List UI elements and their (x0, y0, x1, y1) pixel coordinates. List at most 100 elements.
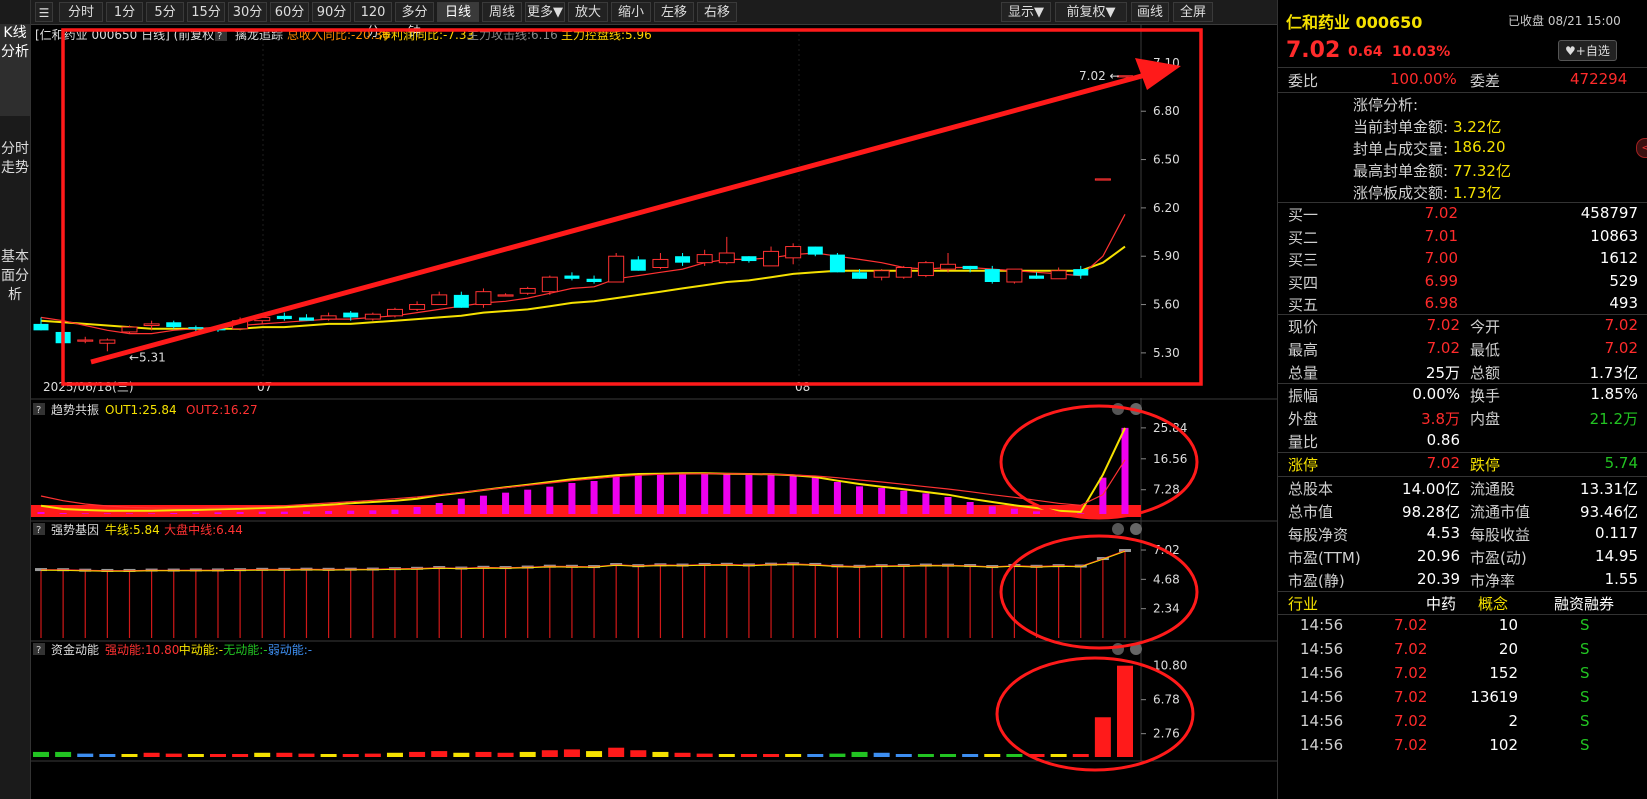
toolbar-btn-15[interactable]: 右移 (697, 2, 737, 22)
stat-value: 20.96 (1417, 547, 1460, 565)
toolbar-btn-8[interactable]: 多分钟 (395, 2, 434, 40)
candle-body (608, 255, 625, 283)
toolbar-btn-0[interactable]: 分时 (59, 2, 103, 22)
trend-bar (612, 476, 620, 514)
chart-area: [仁和药业 000650 日线] (前复权)? 擒龙追踪 总收入同比:-20.36净… (31, 24, 1277, 772)
high-label: 7.02 ← (1079, 69, 1120, 83)
bid-price[interactable]: 6.99 (1398, 272, 1458, 290)
bid-price[interactable]: 7.02 (1398, 204, 1458, 222)
candle-body (940, 263, 957, 270)
toolbar-btn-1[interactable]: 1分 (106, 2, 143, 22)
toolbar: ☰ 分时 1分 5分 15分 30分 60分 90分 120分 多分钟 日线 周线 更多▼ 放大 缩小 左移… (31, 0, 1297, 40)
trend-bar (922, 493, 930, 514)
y-tick-label: 6.50 (1153, 153, 1180, 167)
momentum-bar (254, 752, 271, 757)
candle-body (1094, 178, 1111, 181)
y-tick-label: 6.80 (1153, 104, 1180, 118)
bid-price[interactable]: 7.00 (1398, 249, 1458, 267)
toolbar-btn-13[interactable]: 缩小 (611, 2, 651, 22)
bid-label: 买五 (1288, 296, 1319, 314)
toolbar-btn-11[interactable]: 更多▼ (525, 2, 565, 22)
stat-label: 每股收益 (1470, 526, 1531, 544)
momentum-bar (718, 754, 735, 757)
momentum-bar (475, 751, 492, 757)
panel-value: 大盘中线:6.44 (164, 522, 243, 537)
candle-body (431, 294, 448, 306)
current-price: 7.02 (1286, 38, 1341, 63)
tab-kline[interactable]: K线分析 (0, 24, 30, 116)
toolbar-btn-7[interactable]: 120分 (354, 2, 392, 40)
collapse-icon[interactable]: ☰ (35, 2, 53, 22)
toolbar-btn-5[interactable]: 60分 (270, 2, 309, 22)
trend-bar (435, 503, 443, 514)
stat-label: 总额 (1470, 364, 1501, 382)
toolbar-btn-10[interactable]: 周线 (482, 2, 522, 22)
candle-body (917, 262, 934, 277)
y-tick-label: 6.20 (1153, 201, 1180, 215)
stat-label: 涨停 (1288, 456, 1319, 474)
y-tick-label: 2.76 (1153, 727, 1180, 741)
momentum-bar (962, 754, 979, 757)
trade-time: 14:56 (1300, 640, 1344, 658)
trend-bar (767, 474, 775, 514)
trade-volume: 10 (1498, 616, 1518, 634)
quote-panel: 仁和药业 000650 已收盘 08/21 15:00 7.02 0.64 10… (1277, 0, 1647, 799)
price-change-pct: 10.03% (1392, 44, 1451, 60)
tab-intraday[interactable]: 分时走势 (0, 140, 30, 220)
tab-fundamentals[interactable]: 基本面分析 (0, 248, 30, 348)
candle-body (696, 254, 713, 264)
stat-label: 振幅 (1288, 387, 1319, 405)
toolbar-right-btn-0[interactable]: 显示▼ (1001, 2, 1051, 22)
stat-value: 7.02 (1426, 339, 1460, 357)
gene-yellow-line (40, 550, 1126, 572)
toolbar-btn-3[interactable]: 15分 (187, 2, 225, 22)
momentum-bar (55, 751, 72, 757)
momentum-bar (165, 753, 182, 757)
toolbar-right-btn-1[interactable]: 前复权▼ (1055, 2, 1127, 22)
stat-label: 今开 (1470, 318, 1501, 336)
momentum-bar (1050, 754, 1067, 757)
panel-value: 无动能:- (223, 643, 267, 657)
candle-body (1073, 269, 1089, 276)
toolbar-btn-12[interactable]: 放大 (568, 2, 608, 22)
toolbar-btn-9[interactable]: 日线 (437, 2, 479, 22)
bid-price[interactable]: 7.01 (1398, 227, 1458, 245)
limit-analysis-title: 涨停分析: (1353, 96, 1419, 114)
candle-body (276, 315, 292, 320)
panel-value: 强动能:10.80 (105, 643, 179, 657)
toolbar-right-btn-3[interactable]: 全屏 (1173, 2, 1213, 22)
stat-label: 跌停 (1470, 456, 1501, 474)
y-tick-label: 4.68 (1153, 572, 1180, 586)
y-tick-label: 7.28 (1153, 483, 1180, 497)
stat-label: 内盘 (1470, 410, 1501, 428)
toolbar-btn-14[interactable]: 左移 (654, 2, 694, 22)
momentum-bar (917, 754, 934, 757)
industry-value[interactable]: 中药 (1426, 593, 1456, 614)
collapse-panel-icon[interactable]: < (1636, 138, 1647, 158)
candle-body (166, 322, 182, 328)
momentum-bar (386, 752, 403, 757)
trend-bar (192, 512, 200, 514)
toolbar-btn-2[interactable]: 5分 (146, 2, 184, 22)
stat-label: 最低 (1470, 341, 1501, 359)
stat-value: 21.2万 (1589, 410, 1638, 428)
x-label: 07 (257, 380, 272, 394)
candle-body (652, 258, 669, 268)
weibi-label: 委比 (1288, 72, 1319, 90)
concept-label[interactable]: 概念 (1478, 593, 1508, 614)
y-tick-label: 16.56 (1153, 452, 1187, 466)
toolbar-right-btn-2[interactable]: 画线 (1131, 2, 1169, 22)
stat-value: 20.39 (1417, 570, 1460, 588)
add-favorite-button[interactable]: ♥+自选 (1558, 40, 1617, 61)
candle-body (541, 276, 558, 293)
annotation-frame (61, 28, 1203, 386)
candle-body (1050, 270, 1067, 280)
trend-bar (723, 474, 731, 514)
toolbar-btn-4[interactable]: 30分 (228, 2, 267, 22)
bid-price[interactable]: 6.98 (1398, 294, 1458, 312)
stat-label: 现价 (1288, 318, 1319, 336)
trade-volume: 13619 (1470, 688, 1518, 706)
stat-label: 总股本 (1288, 480, 1334, 498)
margin-label[interactable]: 融资融券 (1554, 593, 1614, 614)
toolbar-btn-6[interactable]: 90分 (312, 2, 351, 22)
